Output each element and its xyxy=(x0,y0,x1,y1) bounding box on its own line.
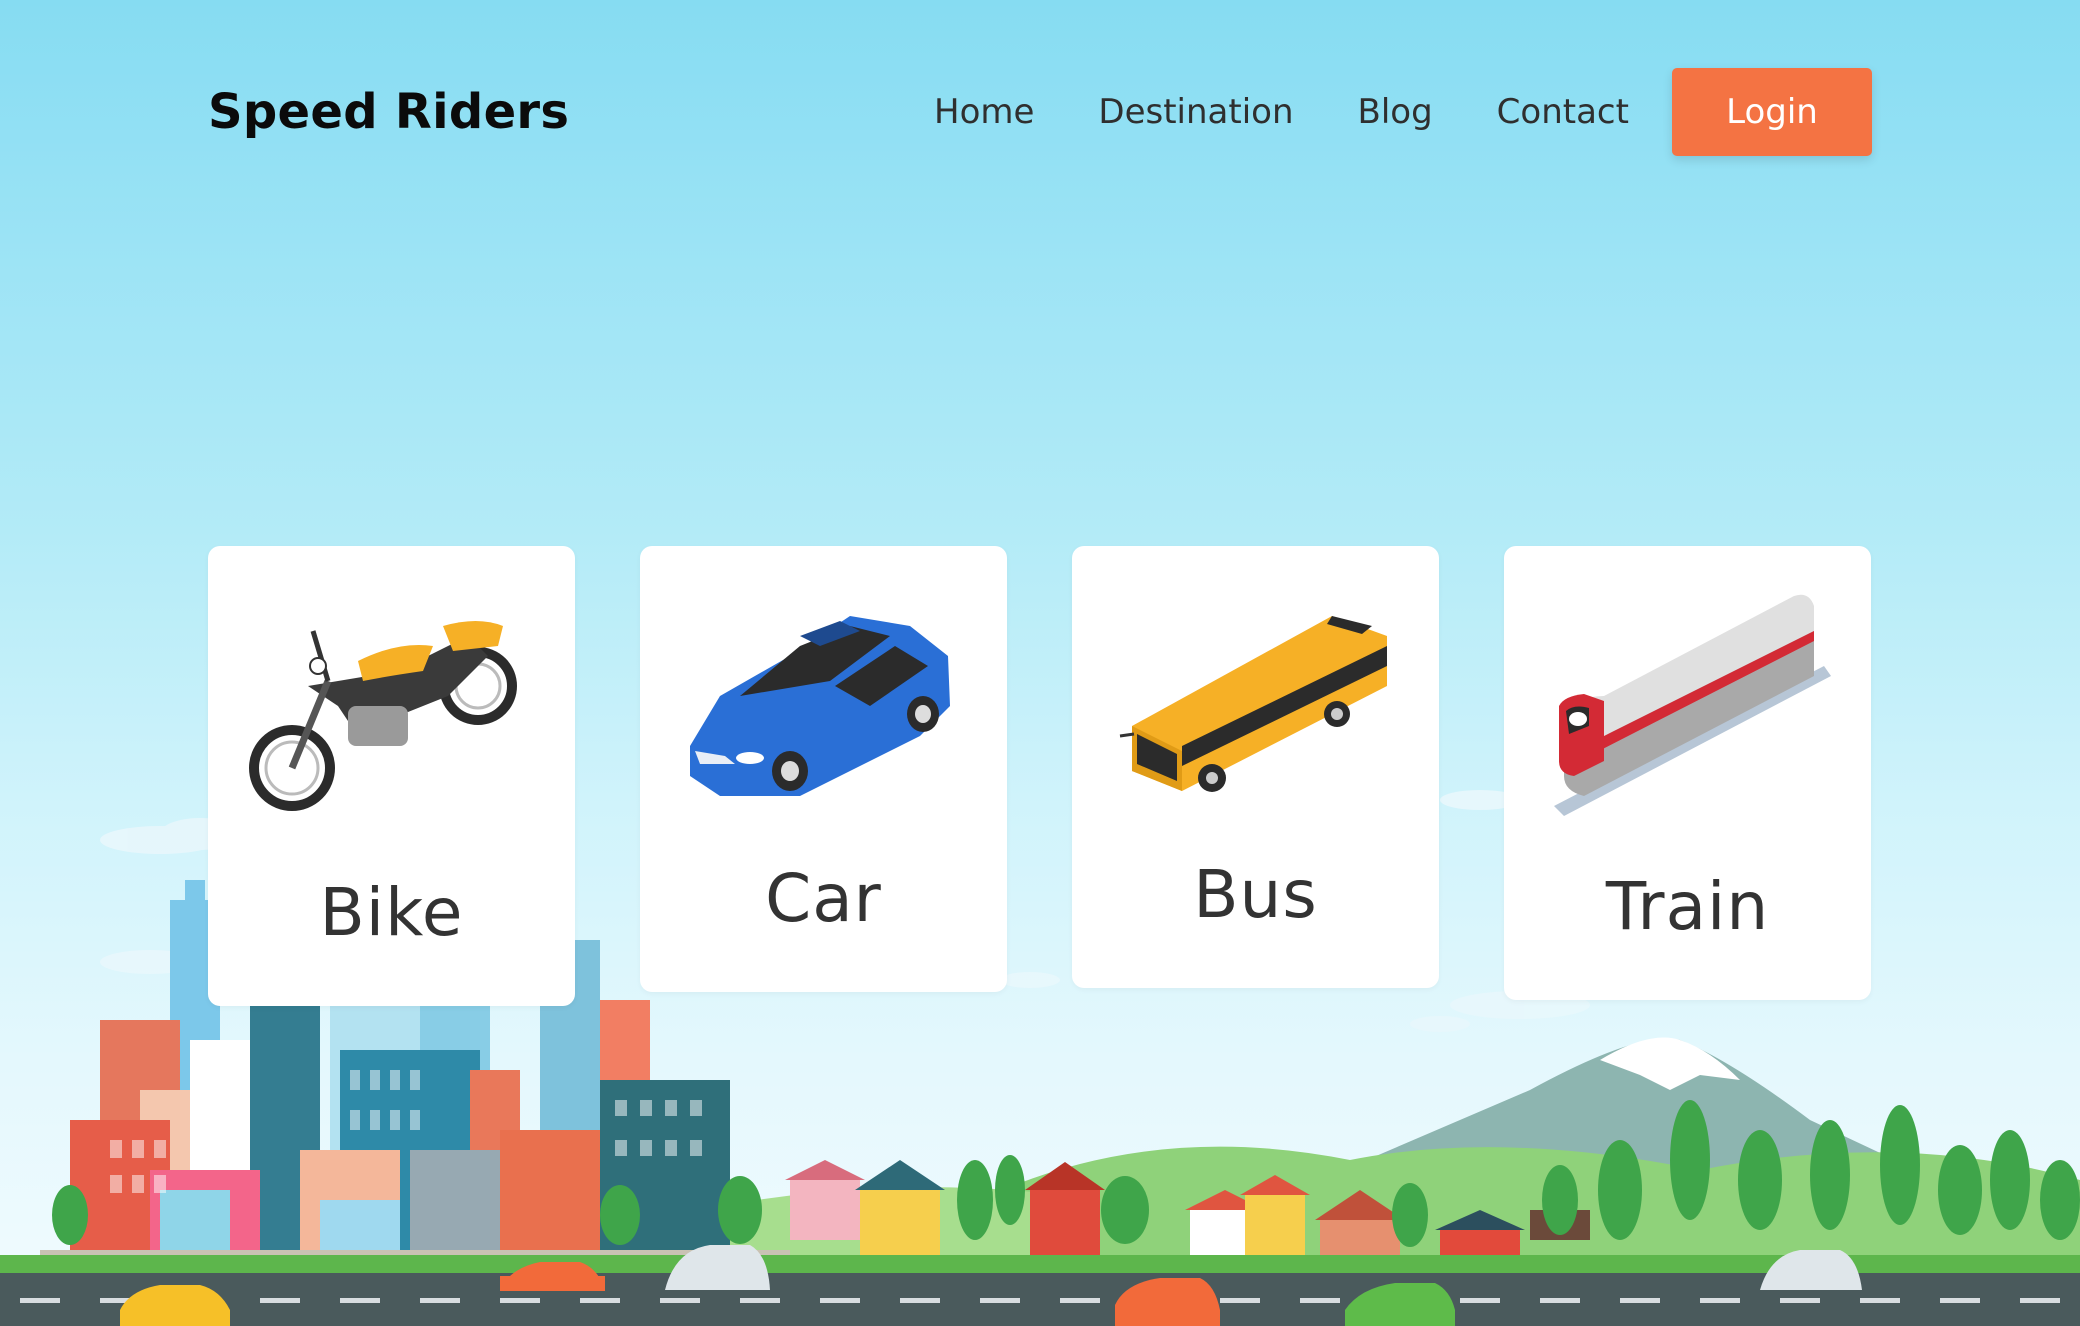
card-label-bus: Bus xyxy=(1193,856,1318,933)
card-label-bike: Bike xyxy=(319,874,464,951)
vehicle-card-train[interactable]: Train xyxy=(1504,546,1871,1000)
vehicle-card-car[interactable]: Car xyxy=(640,546,1007,992)
bus-icon xyxy=(1119,616,1387,792)
vehicle-card-bike[interactable]: Bike xyxy=(208,546,575,1006)
vehicle-card-bus[interactable]: Bus xyxy=(1072,546,1439,988)
grass-strip xyxy=(0,1255,2080,1277)
card-label-car: Car xyxy=(765,860,882,937)
car-icon xyxy=(690,616,950,796)
landing-page: Speed Riders Home Destination Blog Conta… xyxy=(0,0,2080,1326)
motorcycle-icon xyxy=(249,621,517,811)
card-label-train: Train xyxy=(1605,868,1770,945)
train-icon xyxy=(1554,594,1831,816)
